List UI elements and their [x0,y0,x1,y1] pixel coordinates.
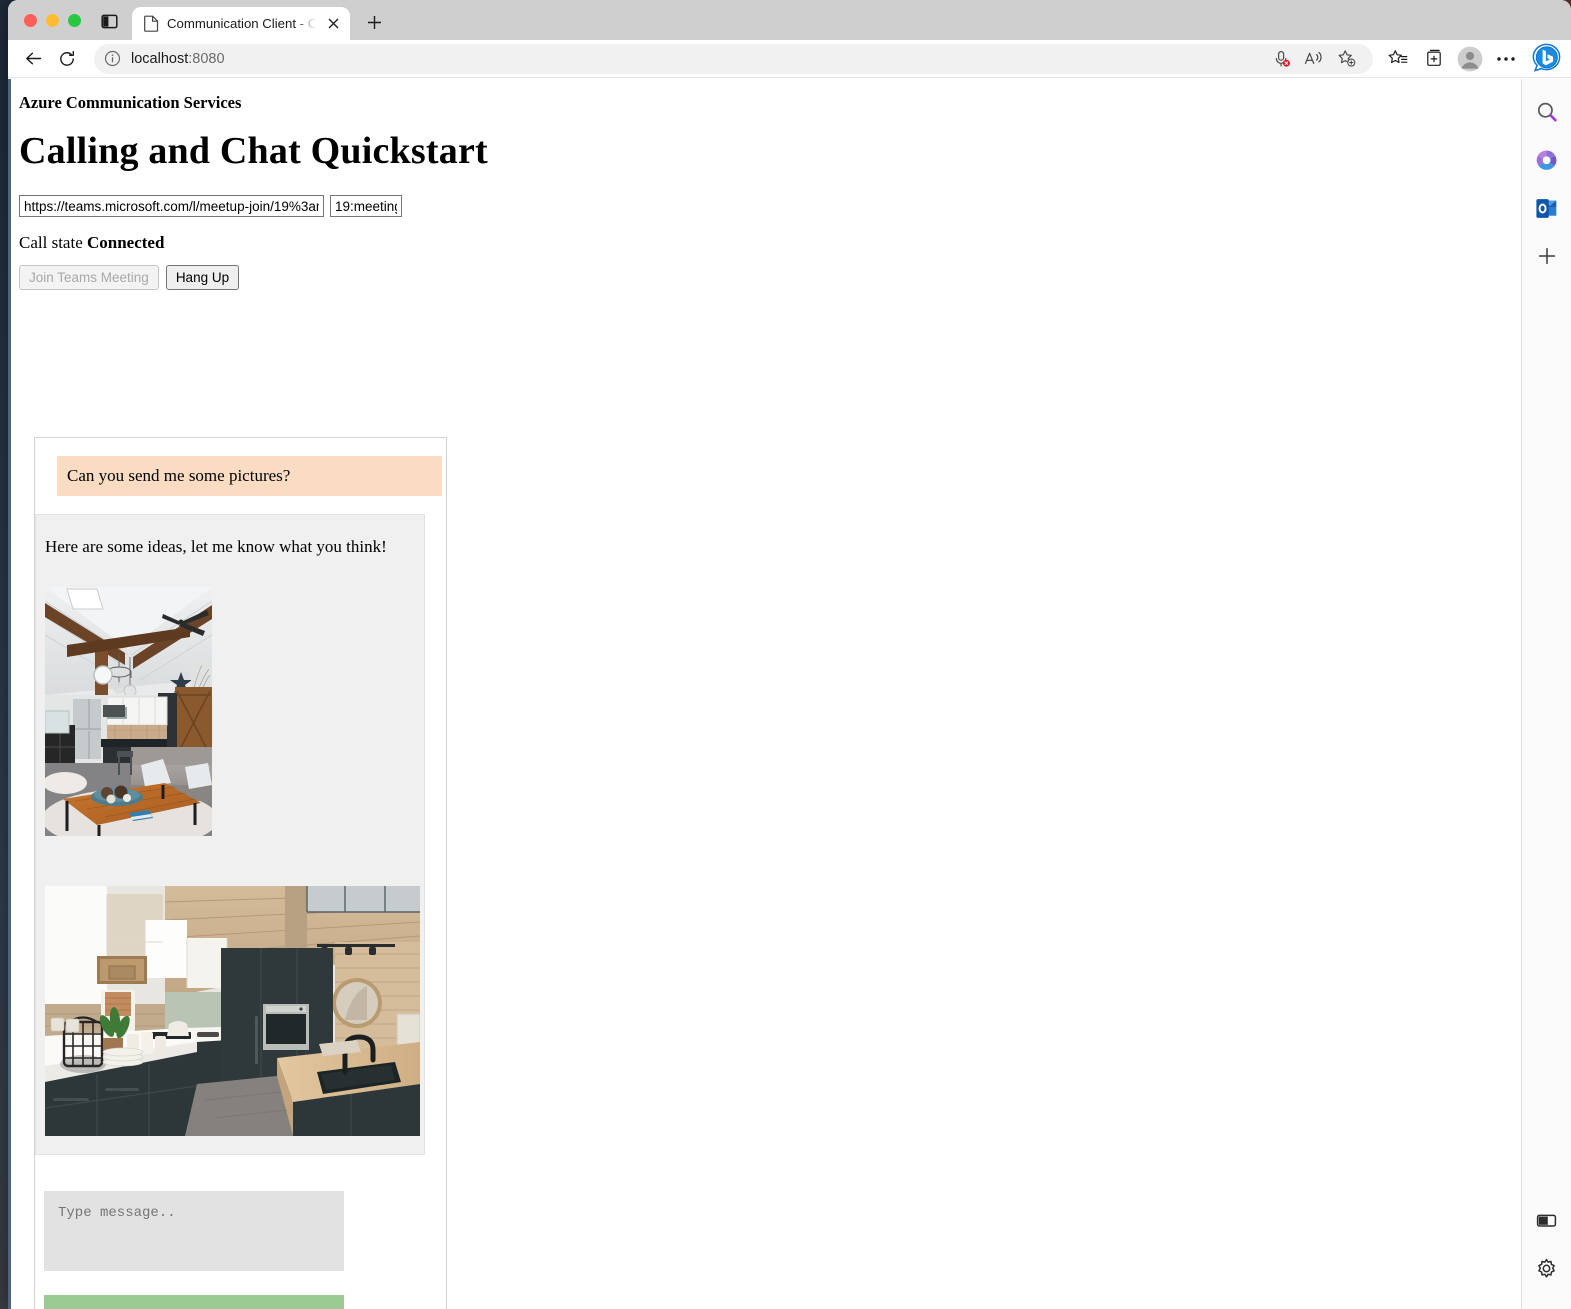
window-zoom-button[interactable] [68,14,81,27]
page-icon [144,15,159,32]
split-screen-icon[interactable] [1528,1201,1566,1239]
window-traffic-lights [8,14,95,40]
add-favorite-icon[interactable] [1331,45,1361,73]
close-icon[interactable] [324,15,342,33]
add-tool-icon[interactable] [1528,237,1566,275]
call-state-value: Connected [86,233,165,252]
sidebar-bottom-group [1528,1201,1566,1309]
more-options-icon[interactable] [1489,44,1523,74]
meeting-inputs-row [19,195,1521,217]
join-teams-meeting-button[interactable]: Join Teams Meeting [19,265,159,290]
chat-message-incoming: Can you send me some pictures? [57,456,442,496]
tab-title: Communication Client - Calling [167,16,316,31]
chat-message-outgoing: Here are some ideas, let me know what yo… [35,514,425,1155]
bing-copilot-icon[interactable] [1529,43,1563,74]
address-bar[interactable]: localhost:8080 [94,43,1373,74]
site-brand: Azure Communication Services [19,93,242,112]
page-title: Calling and Chat Quickstart [19,130,488,172]
call-state: Call state Connected [19,233,1521,253]
tab-strip: Communication Client - Calling [8,0,1571,40]
edge-sidebar [1521,79,1571,1309]
photo-livingroom[interactable] [45,587,212,836]
collections-icon[interactable] [1417,44,1451,74]
chat-message-text: Can you send me some pictures? [67,466,291,485]
call-state-label: Call state [19,233,83,252]
reload-icon[interactable] [50,44,84,74]
navigation-toolbar: localhost:8080 [8,40,1571,78]
profile-avatar-icon[interactable] [1453,44,1487,74]
back-arrow-icon[interactable] [16,44,50,74]
microsoft-365-icon[interactable] [1528,141,1566,179]
photo-kitchen[interactable] [45,886,420,1136]
message-input[interactable] [44,1191,344,1271]
send-button[interactable]: Send [44,1295,344,1309]
window-minimize-button[interactable] [46,14,59,27]
browser-window: Communication Client - Calling [8,0,1571,1309]
new-tab-button[interactable] [359,7,389,37]
meeting-link-input[interactable] [19,195,324,217]
chat-message-text: Here are some ideas, let me know what yo… [45,537,387,556]
omnibox-actions [1267,45,1361,73]
address-bar-text: localhost:8080 [131,51,225,67]
thread-id-input[interactable] [330,195,402,217]
hang-up-button[interactable]: Hang Up [165,265,240,290]
browser-tab[interactable]: Communication Client - Calling [132,7,350,40]
search-icon[interactable] [1528,93,1566,131]
outlook-icon[interactable] [1528,189,1566,227]
chat-composer: Send [44,1191,446,1309]
tab-list-icon[interactable] [95,13,128,40]
url-host: localhost [131,50,189,67]
read-aloud-icon[interactable] [1299,45,1329,73]
settings-gear-icon[interactable] [1528,1249,1566,1287]
info-circle-icon[interactable] [104,50,121,67]
page-viewport: Azure Communication Services Calling and… [8,79,1521,1309]
favorites-icon[interactable] [1381,44,1415,74]
chat-panel: Can you send me some pictures? Here are … [34,437,447,1309]
microphone-muted-icon[interactable] [1267,45,1297,73]
call-controls: Join Teams Meeting Hang Up [19,265,1521,290]
url-port: :8080 [188,50,225,67]
window-close-button[interactable] [24,14,37,27]
